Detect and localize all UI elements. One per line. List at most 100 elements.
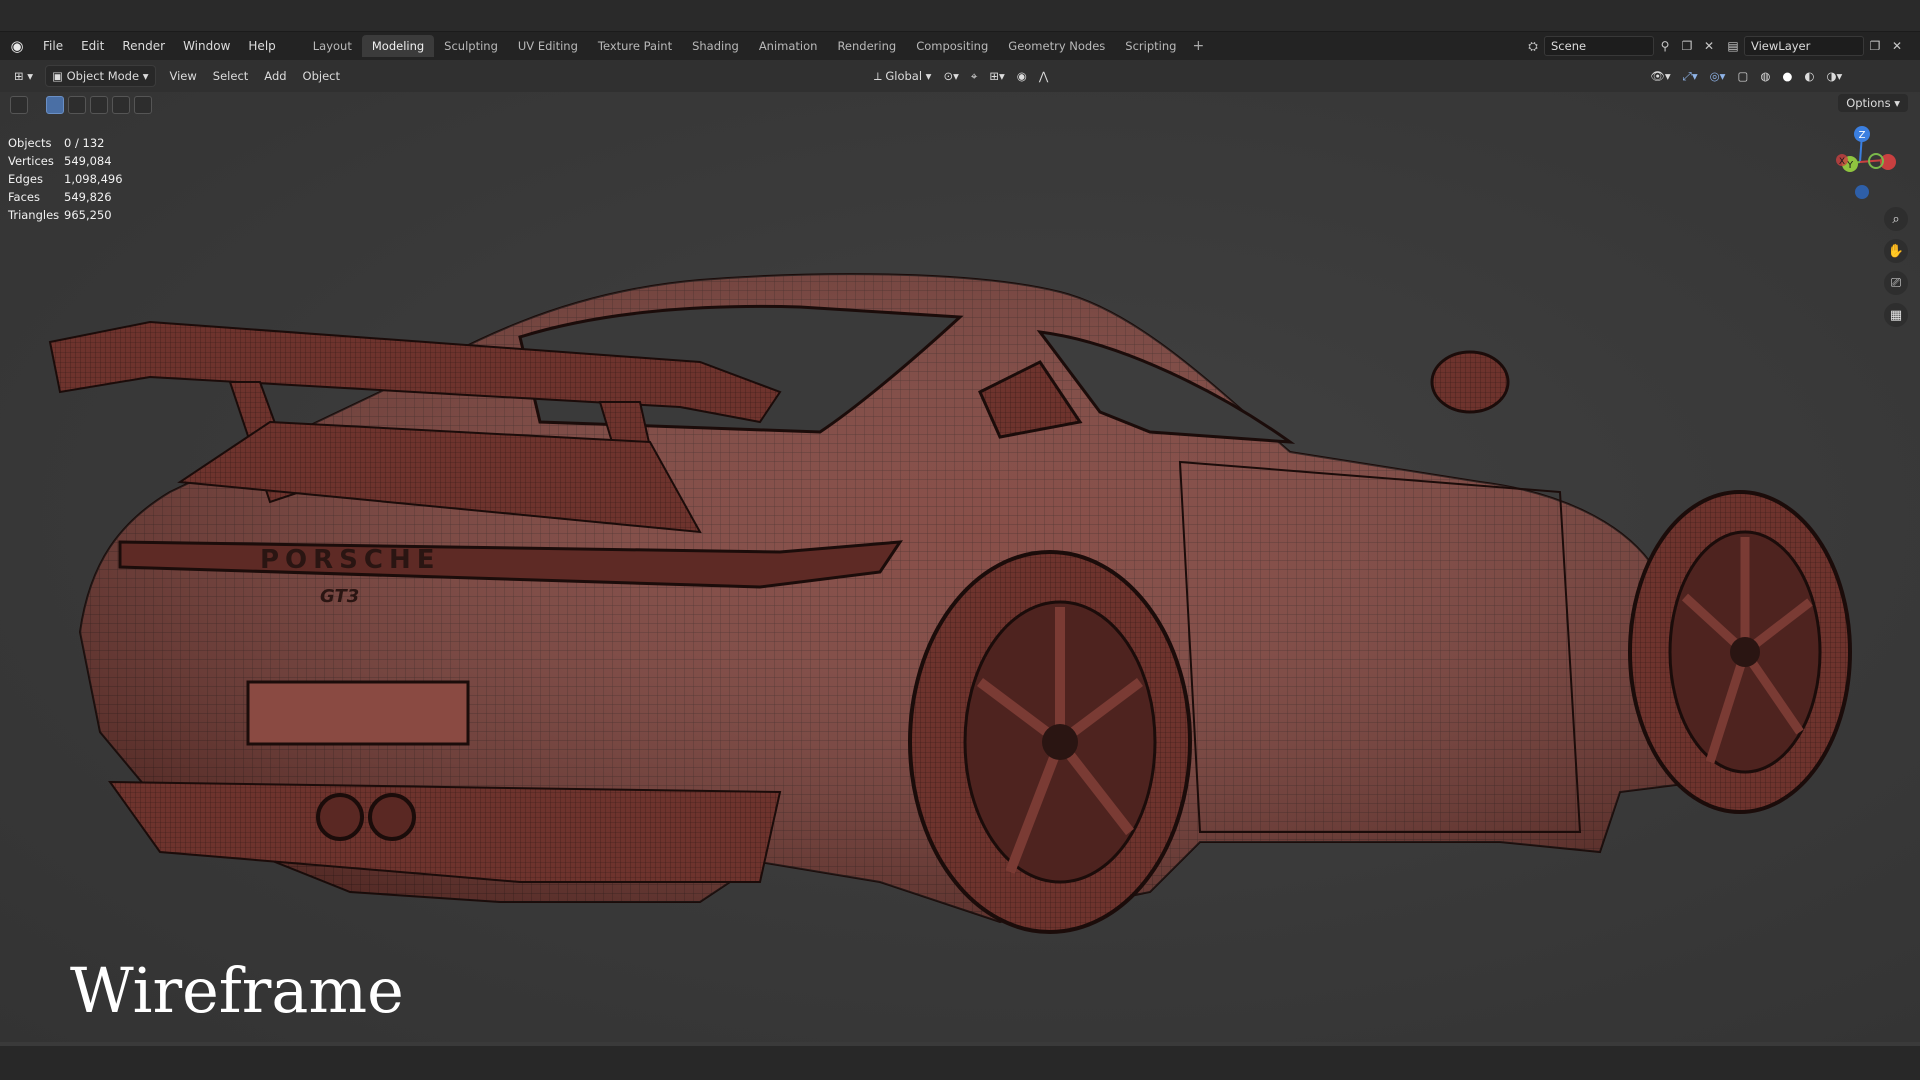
exhaust-right [368,793,416,841]
tab-scripting[interactable]: Scripting [1115,35,1186,57]
menu-edit[interactable]: Edit [72,32,113,60]
gizmo-neg-z-axis[interactable] [1855,185,1869,199]
side-mirror [1430,350,1510,414]
view-layer-field[interactable]: ViewLayer [1744,36,1864,56]
selection-mode-toolbar [10,96,152,114]
porsche-lettering: PORSCHE [260,545,441,575]
add-workspace-icon[interactable]: + [1186,38,1210,54]
shading-wireframe-button[interactable]: ◍ [1754,65,1776,87]
menu-help[interactable]: Help [239,32,284,60]
rear-diffuser [108,780,782,883]
license-plate [246,680,470,746]
gizmo-toggle[interactable]: ⤢▾ [1677,65,1704,87]
orientation-label: Global [885,69,923,83]
pivot-point-button[interactable]: ⊙▾ [937,65,964,87]
proportional-edit-toggle[interactable]: ◉ [1011,65,1033,87]
visibility-button[interactable]: 👁▾ [1644,65,1676,87]
select-subtract-button[interactable] [90,96,108,114]
select-invert-button[interactable] [112,96,130,114]
wireframe-caption: Wireframe [70,954,404,1027]
stat-label: Vertices [8,154,54,168]
zoom-icon[interactable]: ⌕ [1884,207,1908,231]
view-layer-icon[interactable]: ▤ [1722,36,1744,56]
stat-value: 965,250 [64,208,112,222]
workspace-tabs: Layout Modeling Sculpting UV Editing Tex… [303,32,1210,60]
chevron-down-icon: ▾ [922,69,932,83]
editor-type-button[interactable]: ⊞ ▾ [8,65,39,87]
mode-selector[interactable]: ▣ Object Mode ▾ [45,65,156,87]
tab-modeling[interactable]: Modeling [361,35,435,57]
stat-value: 0 / 132 [64,136,105,150]
perspective-grid-icon[interactable]: ▦ [1884,303,1908,327]
tab-layout[interactable]: Layout [303,35,362,57]
gt3-badge: GT3 [320,586,359,607]
window-title-bar [0,0,1920,32]
stat-label: Edges [8,172,43,186]
shading-solid-button[interactable]: ● [1776,65,1798,87]
snap-toggle[interactable]: ⌖ [965,65,983,87]
delete-view-layer-icon[interactable]: ✕ [1886,36,1908,56]
menu-file[interactable]: File [34,32,72,60]
menu-add[interactable]: Add [256,69,294,83]
scene-icon[interactable]: ⛭ [1522,36,1544,56]
stat-value: 549,826 [64,190,112,204]
scene-field[interactable]: Scene [1544,36,1654,56]
snap-target-button[interactable]: ⊞▾ [983,65,1010,87]
rear-hub [1042,724,1078,760]
navigation-gizmo[interactable]: Z Y X [1830,122,1900,202]
stat-label: Triangles [8,208,60,222]
tab-uv-editing[interactable]: UV Editing [508,35,588,57]
orientation-selector[interactable]: ⟂ Global ▾ [868,65,937,87]
xray-toggle[interactable]: ▢ [1731,65,1754,87]
new-view-layer-icon[interactable]: ❐ [1864,36,1886,56]
chevron-down-icon: ▾ [1894,96,1900,110]
falloff-button[interactable]: ⋀ [1033,65,1054,87]
menu-select[interactable]: Select [205,69,256,83]
scene-statistics: Objects 0 / 132 Vertices 549,084 Edges 1,09… [8,134,123,224]
select-new-button[interactable] [46,96,64,114]
viewport-header: ⊞ ▾ ▣ Object Mode ▾ View Select Add Obje… [0,60,1920,92]
stat-value: 549,084 [64,154,112,168]
status-bar [0,1042,1920,1080]
scene-selector: ⛭ Scene ⚲ ❐ ✕ [1522,36,1720,56]
pin-icon[interactable]: ⚲ [1654,36,1676,56]
menu-object[interactable]: Object [295,69,348,83]
gizmo-x-label: X [1839,157,1845,167]
stat-label: Faces [8,190,40,204]
shading-material-button[interactable]: ◐ [1798,65,1820,87]
chevron-down-icon: ▾ [139,69,149,83]
select-tool-button[interactable] [10,96,28,114]
top-menu-bar: ◉ File Edit Render Window Help Layout Mo… [0,32,1920,60]
car-wireframe-model[interactable]: PORSCHE GT3 [0,92,1920,1042]
tab-animation[interactable]: Animation [749,35,828,57]
tab-shading[interactable]: Shading [682,35,749,57]
tab-texture-paint[interactable]: Texture Paint [588,35,682,57]
stat-label: Objects [8,136,52,150]
mode-label: Object Mode [66,69,140,83]
camera-view-icon[interactable]: ⎚ [1884,271,1908,295]
pan-hand-icon[interactable]: ✋ [1884,239,1908,263]
options-label: Options [1846,96,1891,110]
menu-view[interactable]: View [162,69,205,83]
view-layer-selector: ▤ ViewLayer ❐ ✕ [1722,36,1908,56]
new-scene-icon[interactable]: ❐ [1676,36,1698,56]
menu-window[interactable]: Window [174,32,239,60]
front-hub [1730,637,1760,667]
stat-value: 1,098,496 [64,172,123,186]
select-extend-button[interactable] [68,96,86,114]
menu-render[interactable]: Render [113,32,174,60]
tab-geometry-nodes[interactable]: Geometry Nodes [998,35,1115,57]
overlays-toggle[interactable]: ◎▾ [1704,65,1732,87]
delete-scene-icon[interactable]: ✕ [1698,36,1720,56]
blender-logo-icon[interactable]: ◉ [0,32,34,60]
tab-compositing[interactable]: Compositing [906,35,998,57]
tab-rendering[interactable]: Rendering [827,35,906,57]
tab-sculpting[interactable]: Sculpting [434,35,508,57]
object-mode-icon: ▣ [52,69,67,83]
gizmo-z-label: Z [1859,130,1866,141]
shading-rendered-button[interactable]: ◑▾ [1820,65,1848,87]
3d-viewport[interactable]: PORSCHE GT3 Options ▾ Objects 0 / 132 Ve… [0,92,1920,1042]
options-dropdown[interactable]: Options ▾ [1838,94,1908,112]
viewport-nav-controls: ⌕ ✋ ⎚ ▦ [1884,207,1908,327]
select-intersect-button[interactable] [134,96,152,114]
